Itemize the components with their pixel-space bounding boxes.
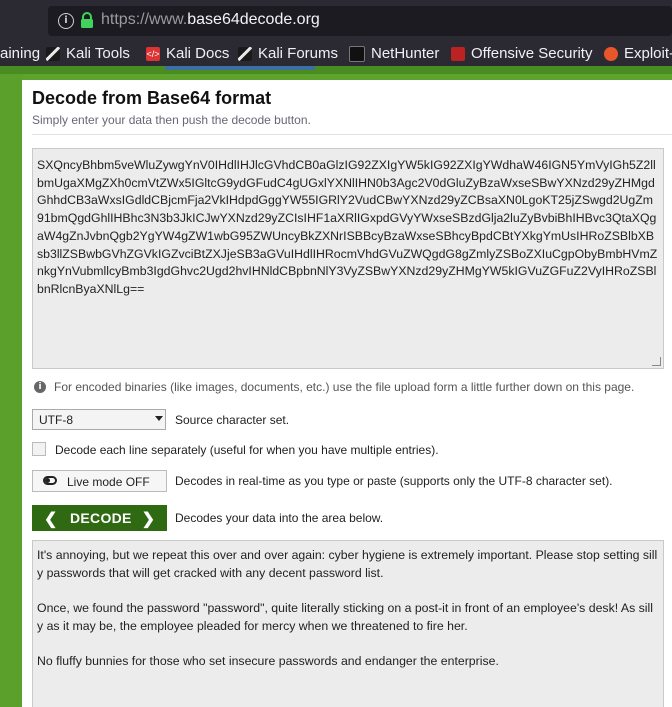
kali-docs-icon: </> <box>146 46 160 61</box>
header-decoration <box>165 66 315 70</box>
page-header-strip <box>0 66 672 74</box>
bookmark-nethunter[interactable]: NetHunter <box>349 45 439 62</box>
bookmark-offensive-security[interactable]: Offensive Security <box>451 45 592 62</box>
decode-description: Decodes your data into the area below. <box>175 511 384 525</box>
page-subtitle: Simply enter your data then push the dec… <box>32 113 311 127</box>
bookmark-kali-forums[interactable]: Kali Forums <box>238 45 338 62</box>
toggle-off-icon <box>43 476 57 485</box>
bookmark-label: Kali Docs <box>166 45 230 62</box>
bookmark-label: Kali Forums <box>258 45 339 62</box>
page-background-left <box>0 74 22 707</box>
kali-icon <box>238 46 252 61</box>
live-mode-description: Decodes in real-time as you type or past… <box>175 474 613 488</box>
charset-label: Source character set. <box>175 413 290 427</box>
charset-select[interactable]: UTF-8 <box>32 409 166 430</box>
decode-button-label: DECODE <box>70 510 132 526</box>
lock-icon <box>81 12 93 28</box>
bookmark-label: Offensive Security <box>471 45 593 62</box>
bookmark-training[interactable]: aining <box>0 45 40 62</box>
page-title: Decode from Base64 format <box>32 88 272 108</box>
offsec-icon <box>451 46 465 61</box>
output-paragraph: No fluffy bunnies for those who set inse… <box>37 654 499 669</box>
bookmark-exploit-db[interactable]: Exploit- <box>604 45 672 62</box>
url-host: base64decode.org <box>187 11 320 28</box>
decode-each-line-label[interactable]: Decode each line separately (useful for … <box>55 443 439 457</box>
kali-icon <box>46 46 60 61</box>
url-prefix: https://www. <box>101 11 188 28</box>
charset-value: UTF-8 <box>39 413 73 427</box>
info-icon[interactable]: i <box>58 13 74 29</box>
exploit-db-icon <box>604 46 618 61</box>
decode-button[interactable]: ❮ DECODE ❯ <box>32 505 167 531</box>
bookmark-label: NetHunter <box>371 45 440 62</box>
browser-toolbar: i https://www.base64decode.org <box>0 0 672 42</box>
bookmark-label: Kali Tools <box>66 45 130 62</box>
chevron-right-icon: ❯ <box>141 511 155 528</box>
binary-note: i For encoded binaries (like images, doc… <box>34 380 634 394</box>
bookmark-label: aining <box>0 45 41 62</box>
bookmark-label: Exploit- <box>624 45 672 62</box>
base64-input[interactable]: SXQncyBhbm5veWluZywgYnV0IHdlIHJlcGVhdCB0… <box>32 148 664 369</box>
binary-note-text: For encoded binaries (like images, docum… <box>54 380 635 394</box>
output-paragraph: It's annoying, but we repeat this over a… <box>37 548 658 580</box>
chevron-down-icon <box>155 416 163 421</box>
resize-handle-icon[interactable] <box>652 357 661 366</box>
chevron-left-icon: ❮ <box>44 511 58 528</box>
decode-each-line-checkbox[interactable] <box>32 442 46 456</box>
nethunter-icon <box>349 45 365 62</box>
bookmarks-bar: aining Kali Tools </> Kali Docs Kali For… <box>0 42 672 66</box>
url-text[interactable]: https://www.base64decode.org <box>101 11 320 29</box>
bookmark-kali-tools[interactable]: Kali Tools <box>46 45 130 62</box>
bookmark-kali-docs[interactable]: </> Kali Docs <box>146 45 229 62</box>
info-icon: i <box>34 381 46 393</box>
divider <box>32 134 672 135</box>
live-mode-label: Live mode OFF <box>67 475 150 489</box>
decoded-output[interactable]: It's annoying, but we repeat this over a… <box>32 540 664 707</box>
decode-panel: Decode from Base64 format Simply enter y… <box>22 80 672 707</box>
input-text: SXQncyBhbm5veWluZywgYnV0IHdlIHJlcGVhdCB0… <box>37 158 658 296</box>
live-mode-toggle[interactable]: Live mode OFF <box>32 470 167 492</box>
output-paragraph: Once, we found the password "password", … <box>37 601 653 633</box>
